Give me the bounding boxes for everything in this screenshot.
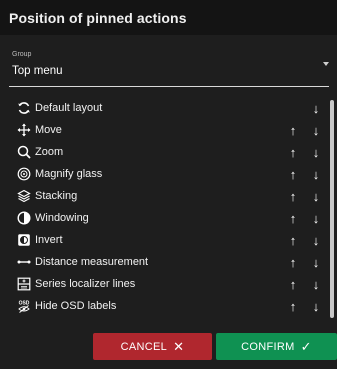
cancel-button[interactable]: CANCEL ✕ [93,333,212,360]
confirm-button[interactable]: CONFIRM ✓ [216,333,337,360]
caret-down-icon[interactable] [323,62,329,66]
zoom-icon [17,145,31,159]
move-up-button[interactable]: ↑ [286,298,300,314]
move-down-button[interactable]: ↓ [309,166,323,182]
action-row-magnify-glass: Magnify glass ↑ ↓ [0,163,330,185]
stacking-icon [17,189,31,203]
action-label: Distance measurement [35,256,149,268]
move-icon [17,123,31,137]
move-up-button[interactable]: ↑ [286,210,300,226]
action-label: Stacking [35,190,78,202]
dialog-title: Position of pinned actions [0,0,337,35]
action-label: Zoom [35,146,64,158]
action-row-default-layout: Default layout ↓ [0,97,330,119]
action-row-windowing: Windowing ↑ ↓ [0,207,330,229]
move-up-button[interactable]: ↑ [286,122,300,138]
action-label: Move [35,124,62,136]
move-down-button[interactable]: ↓ [309,254,323,270]
action-row-move: Move ↑ ↓ [0,119,330,141]
windowing-icon [17,211,31,225]
action-label: Magnify glass [35,168,103,180]
group-select[interactable]: Group Top menu [9,45,329,87]
action-row-distance-measurement: Distance measurement ↑ ↓ [0,251,330,273]
move-down-button[interactable]: ↓ [309,298,323,314]
move-down-button[interactable]: ↓ [309,210,323,226]
move-down-button[interactable]: ↓ [309,232,323,248]
action-label: Windowing [35,212,89,224]
action-label: Series localizer lines [35,278,136,290]
action-label: Default layout [35,102,103,114]
move-down-button[interactable]: ↓ [309,122,323,138]
hide-osd-icon: OSD [17,299,31,313]
check-icon: ✓ [300,338,312,354]
magnify-glass-icon [17,167,31,181]
move-up-button[interactable]: ↑ [286,232,300,248]
action-row-invert: Invert ↑ ↓ [0,229,330,251]
group-select-label: Group [12,51,32,58]
list-scrollbar[interactable] [330,100,334,318]
action-row-hide-osd-labels: OSD Hide OSD labels ↑ ↓ [0,295,330,317]
move-down-button[interactable]: ↓ [309,188,323,204]
move-down-button[interactable]: ↓ [309,144,323,160]
move-up-button[interactable]: ↑ [286,166,300,182]
cancel-button-label: CANCEL [120,340,168,353]
action-label: Invert [35,234,63,246]
move-up-button[interactable]: ↑ [286,254,300,270]
action-row-series-localizer-lines: Series localizer lines ↑ ↓ [0,273,330,295]
close-icon: ✕ [173,338,185,354]
reset-layout-icon [17,101,31,115]
action-row-stacking: Stacking ↑ ↓ [0,185,330,207]
distance-measurement-icon [17,255,31,269]
move-up-button[interactable]: ↑ [286,188,300,204]
group-select-value: Top menu [12,65,63,77]
action-label: Hide OSD labels [35,300,117,312]
move-up-button[interactable]: ↑ [286,144,300,160]
series-localizer-icon [17,277,31,291]
confirm-button-label: CONFIRM [241,340,295,353]
move-down-button[interactable]: ↓ [309,276,323,292]
invert-icon [17,233,31,247]
move-up-button[interactable]: ↑ [286,276,300,292]
action-row-zoom: Zoom ↑ ↓ [0,141,330,163]
move-down-button[interactable]: ↓ [309,100,323,116]
